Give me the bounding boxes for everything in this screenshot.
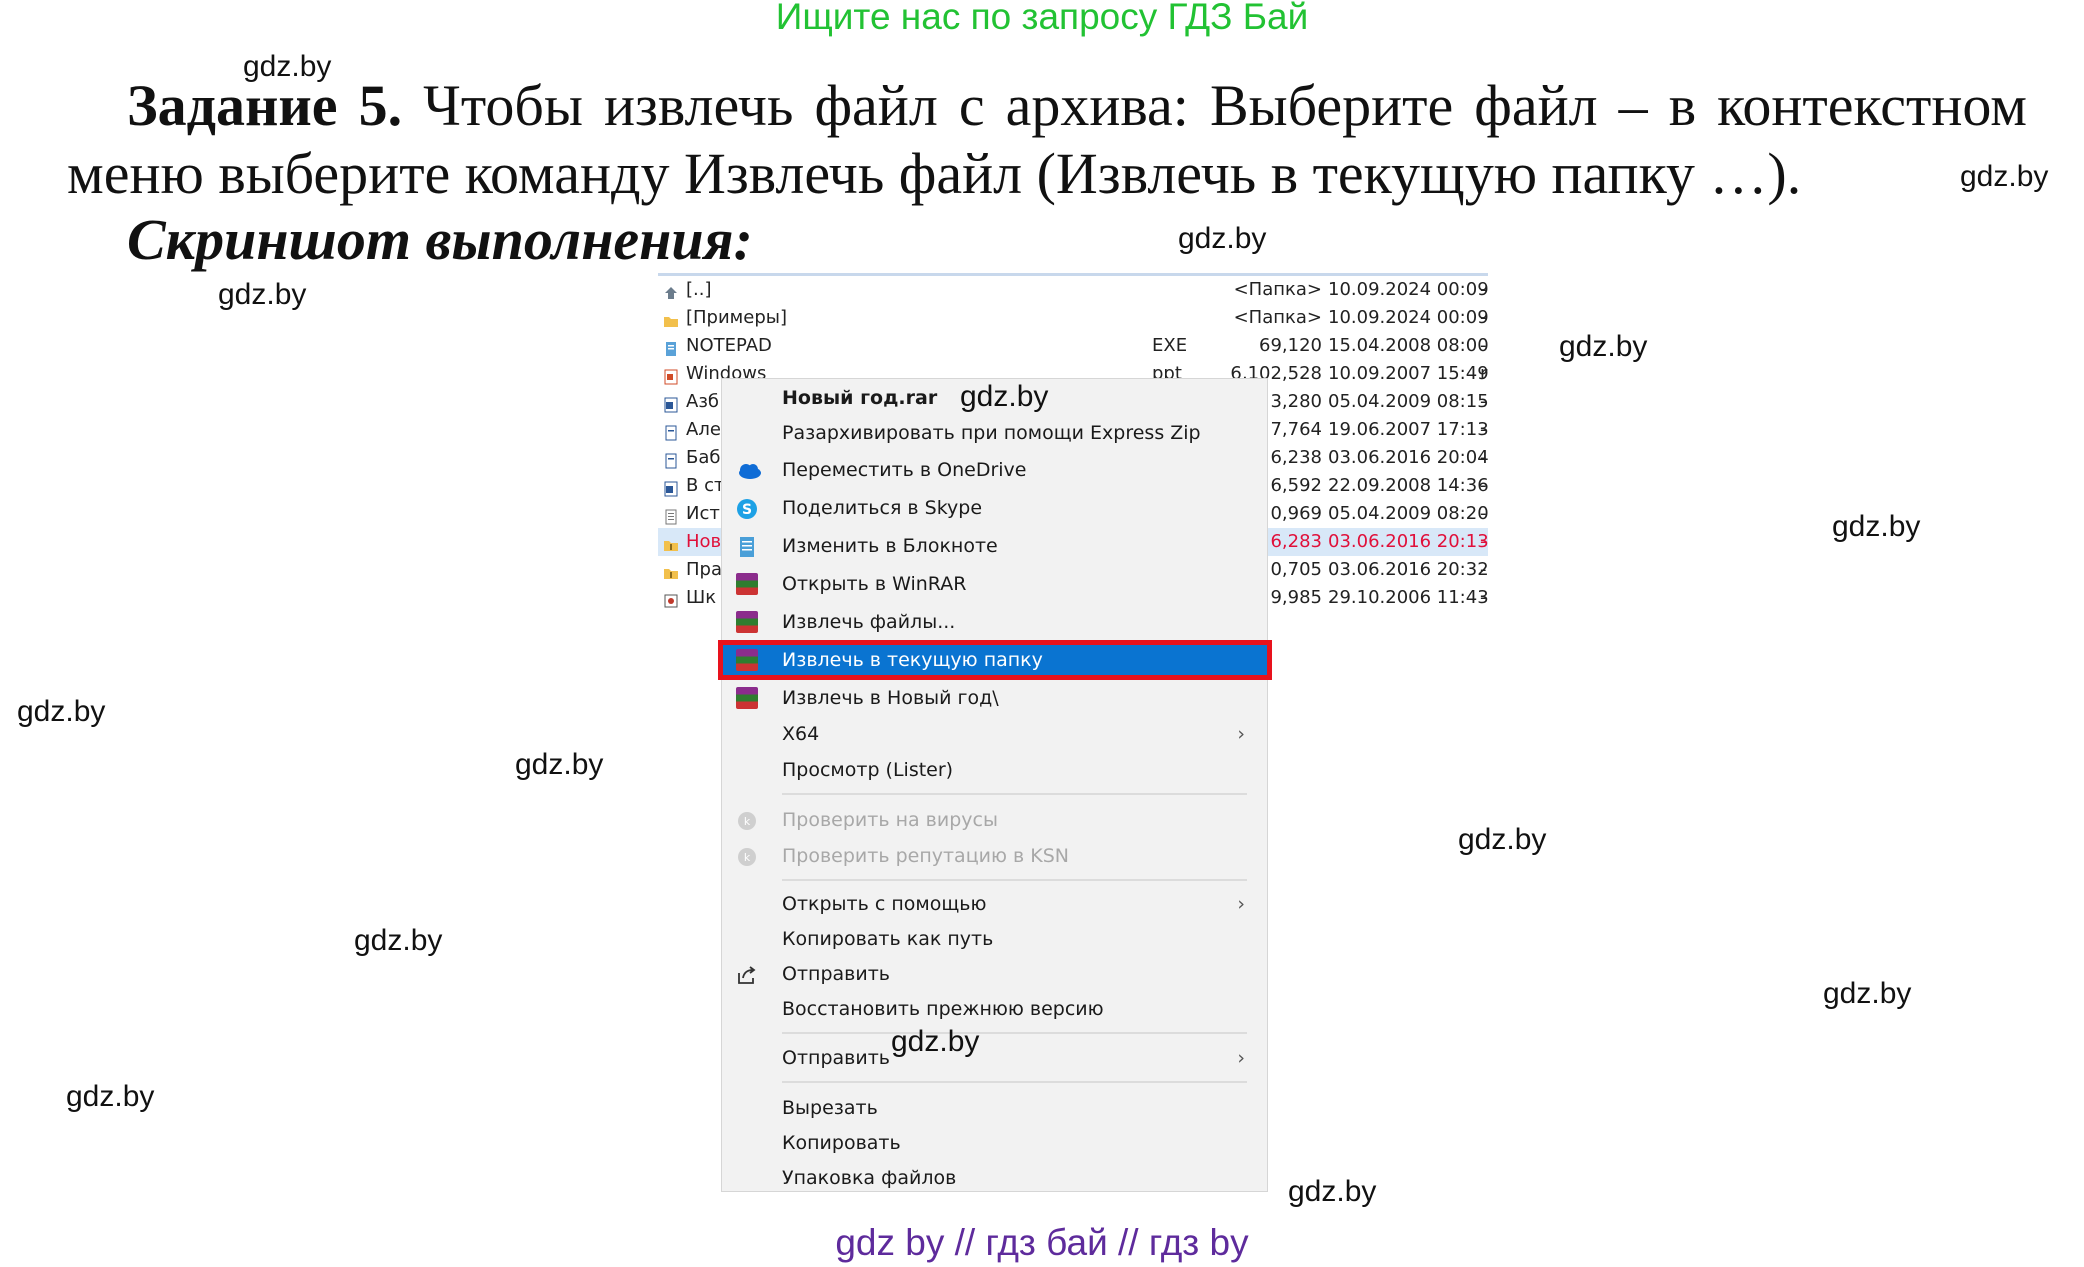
winrar-icon: [736, 573, 758, 595]
word-icon: [663, 394, 679, 413]
watermark: gdz.by: [1288, 1175, 1377, 1208]
ppt-icon: [663, 366, 679, 385]
file-row[interactable]: NOTEPAD EXE 69,120 15.04.2008 08:00 -: [658, 332, 1489, 360]
task-text: Задание 5. Чтобы извлечь файл с архива: …: [67, 72, 2027, 208]
watermark: gdz.by: [218, 278, 307, 311]
svg-text:k: k: [744, 815, 751, 828]
top-banner[interactable]: Ищите нас по запросу ГДЗ Бай: [0, 0, 2084, 38]
menu-item-restore-version[interactable]: Восстановить прежнюю версию: [722, 992, 1267, 1026]
word-icon: [663, 478, 679, 497]
watermark: gdz.by: [1832, 510, 1921, 543]
task-text-line2: меню выберите команду Извлечь файл (Извл…: [67, 141, 1802, 206]
task-text-line1: Чтобы извлечь файл с архива: Выберите фа…: [423, 73, 2027, 138]
kaspersky-icon: k: [736, 809, 758, 831]
watermark: gdz.by: [960, 380, 1049, 413]
highlight-frame: [718, 640, 1272, 680]
watermark: gdz.by: [1178, 222, 1267, 255]
watermark: gdz.by: [1960, 160, 2049, 193]
context-menu: Новый год.rar Разархивировать при помощи…: [718, 378, 1272, 1195]
doc-icon: [663, 450, 679, 469]
menu-separator: [782, 879, 1247, 881]
kaspersky-icon: k: [736, 845, 758, 867]
watermark: gdz.by: [891, 1025, 980, 1058]
notepad-icon: [663, 338, 679, 356]
menu-separator: [782, 1032, 1247, 1034]
archive-icon: [663, 534, 679, 551]
menu-item-copy-path[interactable]: Копировать как путь: [722, 922, 1267, 956]
menu-item-onedrive[interactable]: Переместить в OneDrive: [722, 453, 1267, 487]
chevron-right-icon: ›: [1237, 893, 1245, 915]
watermark: gdz.by: [515, 748, 604, 781]
menu-item-open-with[interactable]: Открыть с помощью ›: [722, 887, 1267, 921]
menu-item-send-to[interactable]: Отправить ›: [722, 1041, 1267, 1075]
chevron-right-icon: ›: [1237, 1047, 1245, 1069]
menu-item-x64[interactable]: X64 ›: [722, 717, 1267, 751]
archive-icon: [663, 562, 679, 579]
footer-links[interactable]: gdz by // гдз бай // гдз by: [0, 1222, 2084, 1264]
menu-item-virus-check: k Проверить на вирусы: [722, 803, 1267, 837]
menu-separator: [782, 1081, 1247, 1083]
menu-item-lister[interactable]: Просмотр (Lister): [722, 753, 1267, 787]
watermark: gdz.by: [66, 1080, 155, 1113]
menu-item-notepad[interactable]: Изменить в Блокноте: [722, 529, 1267, 563]
menu-item-cut[interactable]: Вырезать: [722, 1091, 1267, 1125]
winrar-icon: [736, 611, 758, 633]
menu-item-express-zip[interactable]: Разархивировать при помощи Express Zip: [722, 416, 1267, 450]
menu-item-extract-to-folder[interactable]: Извлечь в Новый год\: [722, 681, 1267, 715]
screenshot-caption: Скриншот выполнения:: [127, 207, 753, 272]
menu-item-pack-files[interactable]: Упаковка файлов: [722, 1161, 1267, 1195]
file-row[interactable]: [Примеры] <Папка> 10.09.2024 00:09 -: [658, 304, 1489, 332]
menu-item-share[interactable]: Отправить: [722, 957, 1267, 991]
notepad-icon: [736, 535, 758, 557]
menu-item-copy[interactable]: Копировать: [722, 1126, 1267, 1160]
watermark: gdz.by: [17, 695, 106, 728]
folder-icon: [663, 310, 679, 327]
watermark: gdz.by: [354, 924, 443, 957]
menu-item-ksn-check: k Проверить репутацию в KSN: [722, 839, 1267, 873]
menu-item-open-winrar[interactable]: Открыть в WinRAR: [722, 567, 1267, 601]
doc-icon: [663, 422, 679, 441]
svg-text:k: k: [744, 851, 751, 864]
menu-item-extract-files[interactable]: Извлечь файлы...: [722, 605, 1267, 639]
menu-separator: [782, 793, 1247, 795]
watermark: gdz.by: [1559, 330, 1648, 363]
share-icon: [736, 963, 758, 985]
winrar-icon: [736, 687, 758, 709]
file-row[interactable]: [..] <Папка> 10.09.2024 00:09 -: [658, 276, 1489, 304]
watermark: gdz.by: [243, 50, 332, 83]
watermark: gdz.by: [1458, 823, 1547, 856]
text-icon: [663, 506, 679, 525]
skype-icon: S: [736, 497, 758, 519]
media-icon: [663, 590, 679, 608]
watermark: gdz.by: [1823, 977, 1912, 1010]
chevron-right-icon: ›: [1237, 723, 1245, 745]
svg-text:S: S: [742, 502, 752, 518]
up-folder-icon: [663, 282, 679, 299]
menu-item-skype[interactable]: S Поделиться в Skype: [722, 491, 1267, 525]
onedrive-icon: [736, 459, 761, 481]
